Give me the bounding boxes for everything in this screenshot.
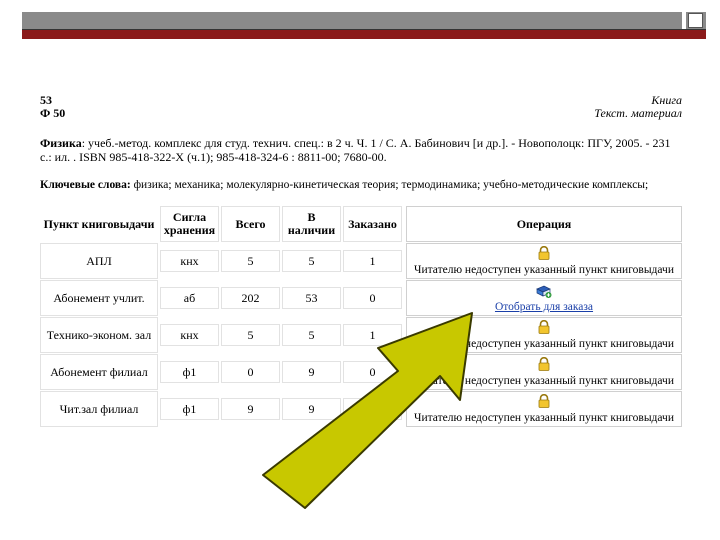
pointer-arrow-icon	[262, 312, 473, 509]
